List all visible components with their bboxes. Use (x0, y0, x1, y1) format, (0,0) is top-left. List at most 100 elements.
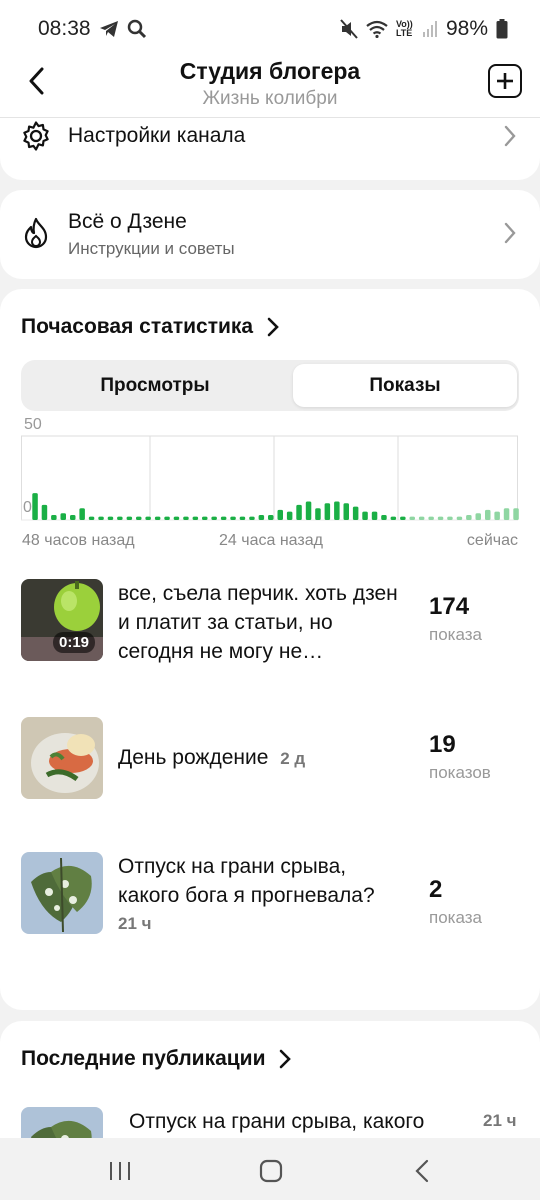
impressions-unit: показов (429, 763, 491, 782)
chart-bar (145, 516, 151, 520)
chevron-right-icon (504, 222, 516, 244)
chart-bar (211, 516, 217, 520)
chart-bar (239, 516, 246, 520)
chart-bar (409, 516, 415, 520)
chart-bar (136, 516, 142, 520)
chart-bar (466, 515, 472, 520)
chart-bar (418, 516, 425, 520)
back-nav-icon[interactable] (414, 1159, 430, 1183)
chart-bar (230, 516, 236, 520)
latest-publication-title: Отпуск на грани срыва, какого (129, 1110, 425, 1133)
publication-title: День рождение (118, 746, 269, 769)
chart-bar (343, 503, 349, 520)
chart-bar (192, 516, 199, 520)
home-icon[interactable] (259, 1159, 283, 1183)
page-title: Студия блогера (179, 58, 361, 84)
hourly-stats-card: Почасовая статистика Просмотры Показы 50… (0, 289, 540, 1010)
publication-item[interactable]: 0:19 все, съела перчик. хоть дзен и плат… (21, 579, 519, 669)
chart-bar (381, 515, 387, 520)
chart-bar (390, 516, 397, 520)
chart-bar (164, 516, 170, 520)
chart-bar (475, 513, 481, 520)
impressions-unit: показа (429, 908, 482, 927)
chart-bar (70, 515, 76, 520)
publication-title-row: День рождение 2 д (118, 743, 418, 773)
chart-bar (107, 516, 114, 520)
hourly-stats-title: Почасовая статистика (21, 315, 254, 338)
article-thumbnail (21, 852, 103, 934)
chevron-right-icon (280, 1049, 292, 1069)
impressions-count: 2 (429, 876, 443, 903)
x-axis-label-middle: 24 часа назад (219, 532, 323, 549)
chart-bar (88, 516, 95, 520)
flame-icon (24, 217, 48, 249)
chart-bar (249, 516, 255, 520)
tab-impressions[interactable]: Показы (293, 364, 517, 407)
channel-settings-label: Настройки канала (68, 124, 246, 147)
metric-segmented-control: Просмотры Показы (21, 360, 519, 411)
chart-bar (324, 503, 331, 520)
latest-publications-card: Последние публикации Отпуск на грани сры… (0, 1021, 540, 1151)
plus-icon (497, 73, 513, 89)
chart-bar (513, 508, 519, 520)
app-header: Студия блогера Жизнь колибри (0, 58, 540, 118)
chart-bar (60, 513, 66, 520)
chart-bar (277, 509, 283, 520)
telegram-icon (99, 21, 118, 37)
x-axis-label-start: 48 часов назад (22, 532, 135, 549)
tab-views[interactable]: Просмотры (43, 364, 267, 407)
chart-bar (305, 501, 312, 520)
chart-bar (352, 506, 359, 520)
chart-bar (371, 511, 378, 520)
chart-bar (437, 516, 444, 520)
search-icon (127, 19, 146, 39)
chevron-right-icon (504, 125, 516, 147)
latest-publications-title: Последние публикации (21, 1047, 266, 1070)
chart-bar (456, 516, 463, 520)
chart-bar (98, 516, 104, 520)
status-time: 08:38 (38, 17, 91, 40)
chart-bar (268, 515, 274, 520)
chart-bar (41, 504, 48, 520)
chart-bar (117, 516, 123, 520)
battery-percent: 98% (445, 17, 488, 40)
gear-icon (23, 121, 49, 151)
wifi-icon (366, 20, 388, 38)
impressions-count: 19 (429, 731, 456, 758)
chart-bar (51, 515, 57, 520)
chart-bar (126, 516, 133, 520)
volte-indicator: Vo)) LTE (395, 19, 413, 38)
channel-settings-row[interactable]: Настройки канала (0, 118, 540, 180)
chart-bar (32, 493, 38, 520)
about-zen-sublabel: Инструкции и советы (68, 239, 235, 258)
hourly-stats-header[interactable]: Почасовая статистика (21, 315, 279, 339)
article-thumbnail (21, 717, 103, 799)
latest-publications-header[interactable]: Последние публикации (21, 1047, 292, 1071)
mute-icon (340, 19, 358, 39)
x-axis-label-end: сейчас (466, 532, 518, 549)
recent-apps-icon[interactable] (108, 1160, 132, 1182)
publication-age: 2 д (280, 749, 306, 768)
chart-bar (296, 504, 302, 520)
chart-bar (183, 516, 189, 520)
chart-bar (494, 511, 500, 520)
chart-bar (173, 516, 180, 520)
chart-bar (258, 515, 265, 520)
chart-bar (202, 516, 208, 520)
chart-bar (362, 511, 368, 520)
add-publication-button[interactable] (488, 64, 522, 98)
chart-bar (334, 501, 340, 520)
chart-bar (485, 509, 491, 520)
system-navigation-bar (0, 1138, 540, 1200)
chart-bar (79, 508, 85, 520)
publication-age: 21 ч (118, 914, 152, 933)
publication-item[interactable]: Отпуск на грани срыва, какого бога я про… (21, 852, 519, 942)
video-thumbnail: 0:19 (21, 579, 103, 661)
latest-publication-age: 21 ч (483, 1111, 517, 1130)
chevron-right-icon (267, 317, 279, 337)
hourly-bar-chart (21, 435, 519, 521)
impressions-count: 174 (429, 593, 470, 620)
about-zen-row[interactable]: Всё о Дзене Инструкции и советы (0, 190, 540, 279)
publication-title: Отпуск на грани срыва, какого бога я про… (118, 855, 375, 907)
publication-item[interactable]: День рождение 2 д 19 показов (21, 717, 519, 807)
